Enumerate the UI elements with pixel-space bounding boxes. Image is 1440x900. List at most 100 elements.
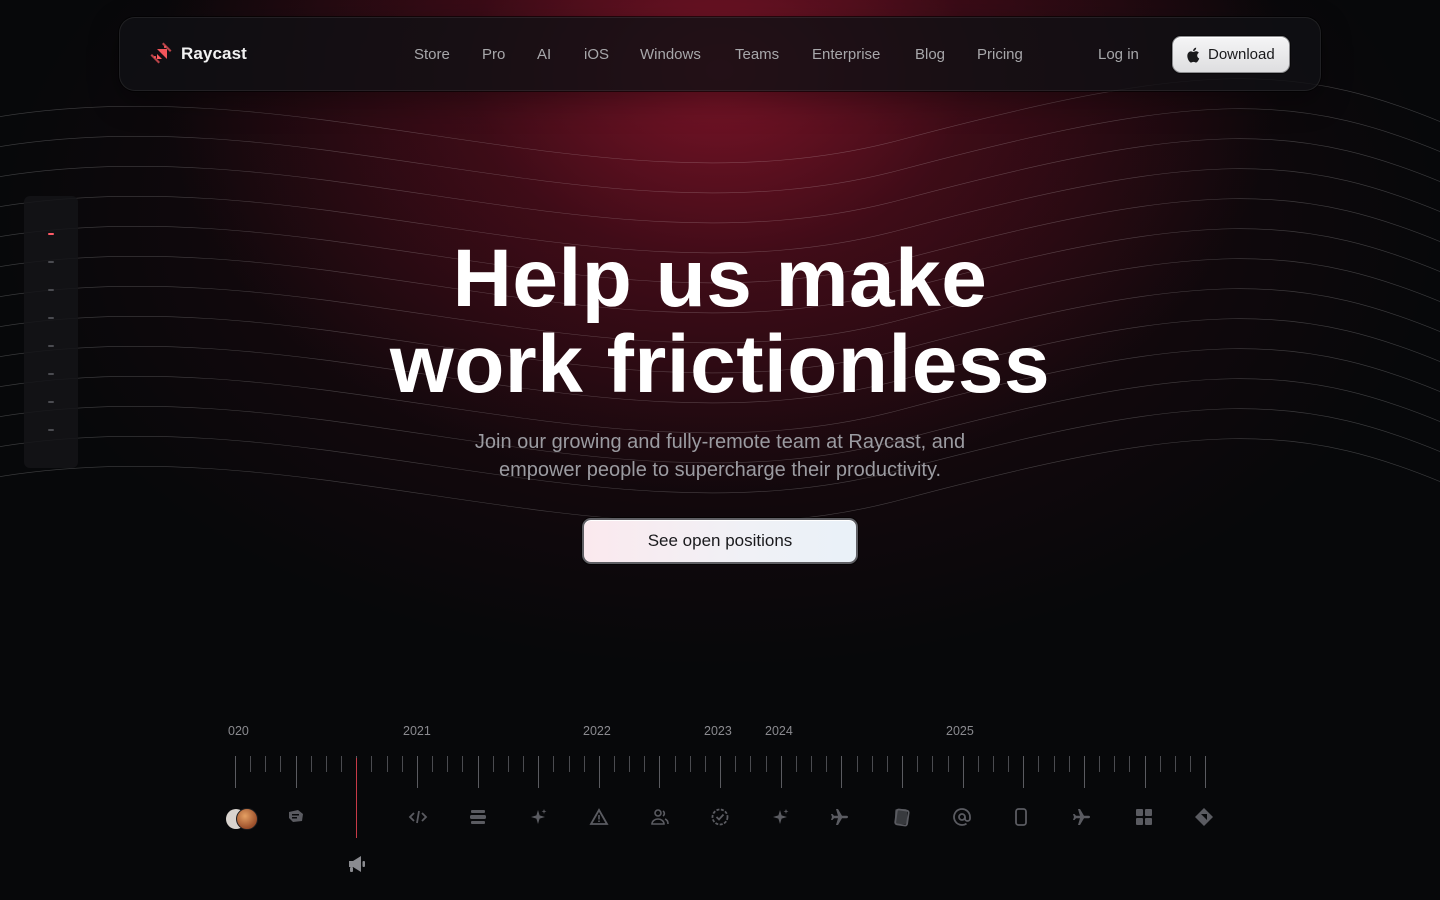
timeline-tick [735, 756, 736, 772]
timeline-tick [629, 756, 630, 772]
founders-avatars[interactable] [226, 808, 260, 830]
chat-icon[interactable] [284, 806, 308, 828]
badge-check-icon[interactable] [708, 806, 732, 828]
timeline-tick [250, 756, 251, 772]
timeline-tick [1069, 756, 1070, 772]
timeline-tick [1023, 756, 1024, 788]
timeline-year-label: 2021 [403, 724, 431, 738]
timeline-tick [280, 756, 281, 772]
timeline-tick [1008, 756, 1009, 772]
timeline-tick [371, 756, 372, 772]
timeline-tick [841, 756, 842, 788]
nav-link-teams[interactable]: Teams [735, 46, 779, 63]
nav-link-pro[interactable]: Pro [482, 46, 505, 63]
nav-link-pricing[interactable]: Pricing [977, 46, 1023, 63]
timeline-tick [311, 756, 312, 772]
nav-link-blog[interactable]: Blog [915, 46, 945, 63]
nav-link-enterprise[interactable]: Enterprise [812, 46, 880, 63]
hero-title-line-2: work frictionless [389, 319, 1051, 410]
timeline-tick [508, 756, 509, 772]
timeline-tick [750, 756, 751, 772]
timeline-tick [326, 756, 327, 772]
brand-name: Raycast [181, 44, 247, 63]
section-indicator-item[interactable] [48, 233, 54, 235]
phone-icon[interactable] [1009, 806, 1033, 828]
code-icon[interactable] [406, 806, 430, 828]
timeline-tick [523, 756, 524, 772]
list-icon[interactable] [466, 806, 490, 828]
company-timeline: 020 2021 2022 2023 2024 2025 [0, 700, 1440, 900]
timeline-tick [720, 756, 721, 788]
at-sign-icon[interactable] [950, 806, 974, 828]
timeline-tick [599, 756, 600, 788]
timeline-tick [1129, 756, 1130, 772]
timeline-tick [478, 756, 479, 788]
timeline-tick [1084, 756, 1085, 788]
timeline-tick [447, 756, 448, 772]
timeline-tick [948, 756, 949, 772]
timeline-year-label: 2022 [583, 724, 611, 738]
download-button[interactable]: Download [1172, 36, 1290, 73]
timeline-tick [402, 756, 403, 772]
see-open-positions-button[interactable]: See open positions [582, 518, 858, 564]
login-link[interactable]: Log in [1098, 46, 1139, 63]
timeline-tick [553, 756, 554, 772]
timeline-tick [963, 756, 964, 788]
timeline-tick [917, 756, 918, 772]
plane-icon[interactable] [1070, 806, 1094, 828]
timeline-tick [1099, 756, 1100, 772]
nav-link-windows[interactable]: Windows [640, 46, 701, 63]
timeline-tick [1175, 756, 1176, 772]
nav-link-ai[interactable]: AI [537, 46, 551, 63]
raycast-logo-icon[interactable] [1192, 806, 1216, 828]
timeline-tick [781, 756, 782, 788]
avatar [236, 808, 258, 830]
timeline-tick [796, 756, 797, 772]
timeline-tick [265, 756, 266, 772]
timeline-tick [1205, 756, 1206, 788]
timeline-tick [690, 756, 691, 772]
timeline-tick [614, 756, 615, 772]
timeline-tick [826, 756, 827, 772]
brand-home-link[interactable]: Raycast [150, 42, 247, 66]
timeline-tick [644, 756, 645, 772]
apple-icon [1187, 47, 1200, 63]
timeline-tick [341, 756, 342, 772]
download-button-label: Download [1208, 46, 1275, 63]
timeline-tick [235, 756, 236, 788]
timeline-tick [584, 756, 585, 772]
cards-icon[interactable] [890, 806, 914, 828]
sparkle-icon[interactable] [527, 806, 551, 828]
timeline-tick [978, 756, 979, 772]
top-navigation-bar: Raycast Store Pro AI iOS Windows Teams E… [119, 17, 1321, 91]
nav-link-ios[interactable]: iOS [584, 46, 609, 63]
warning-icon[interactable] [587, 806, 611, 828]
plane-icon[interactable] [828, 806, 852, 828]
timeline-tick [538, 756, 539, 788]
timeline-current-position [356, 758, 357, 838]
timeline-tick [932, 756, 933, 772]
nav-link-store[interactable]: Store [414, 46, 450, 63]
timeline-tick [766, 756, 767, 772]
timeline-tick [1160, 756, 1161, 772]
megaphone-icon[interactable] [346, 853, 368, 875]
timeline-tick [387, 756, 388, 772]
timeline-tick [1054, 756, 1055, 772]
grid-icon[interactable] [1132, 806, 1156, 828]
timeline-tick [705, 756, 706, 772]
sparkle-icon[interactable] [769, 806, 793, 828]
timeline-tick [1145, 756, 1146, 788]
raycast-logo-icon [150, 42, 172, 64]
people-icon[interactable] [648, 806, 672, 828]
timeline-tick [296, 756, 297, 788]
timeline-tick [462, 756, 463, 772]
timeline-ticks[interactable] [0, 756, 1440, 792]
timeline-year-label: 2023 [704, 724, 732, 738]
timeline-tick [493, 756, 494, 772]
hero-subtitle: Join our growing and fully-remote team a… [0, 428, 1440, 484]
timeline-year-label: 020 [228, 724, 249, 738]
timeline-tick [659, 756, 660, 788]
timeline-tick [811, 756, 812, 772]
timeline-tick [872, 756, 873, 772]
timeline-tick [569, 756, 570, 772]
